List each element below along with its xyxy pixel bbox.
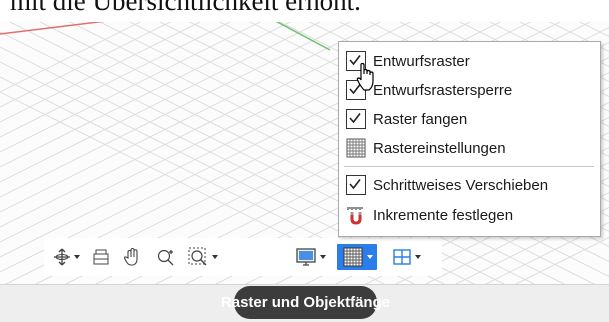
grid-snap-button[interactable]	[337, 244, 377, 270]
menu-item-raster-fangen[interactable]: Raster fangen	[339, 107, 600, 131]
menu-item-schrittweises-verschieben[interactable]: Schrittweises Verschieben	[339, 173, 600, 197]
menu-item-label: Entwurfsrastersperre	[373, 82, 513, 99]
menu-separator	[344, 166, 594, 167]
menu-item-label: Raster fangen	[373, 111, 468, 128]
orbit-button[interactable]	[50, 244, 82, 270]
zoom-window-icon	[188, 247, 207, 266]
pan-icon	[123, 247, 138, 266]
viewport-icon	[392, 249, 411, 265]
magnet-increment-icon	[347, 207, 363, 225]
menu-item-rastereinstellungen[interactable]: Rastereinstellungen	[339, 136, 600, 160]
display-button[interactable]	[291, 244, 329, 270]
hand-cursor-icon	[356, 63, 374, 91]
display-icon	[295, 248, 316, 266]
grid-snap-tooltip: Raster und Objektfänge	[221, 286, 390, 319]
zoom-icon	[157, 249, 174, 266]
menu-item-label: Entwurfsraster	[373, 53, 470, 70]
document-caption-text: mit die Übersichtlichkeit erhöht.	[10, 0, 361, 16]
menu-item-inkremente-festlegen[interactable]: Inkremente festlegen	[339, 203, 600, 227]
lookat-icon	[93, 249, 109, 265]
menu-item-label: Schrittweises Verschieben	[373, 177, 549, 194]
checkbox-checked-icon[interactable]	[346, 175, 366, 195]
viewport-button[interactable]	[387, 244, 425, 270]
orbit-icon	[53, 248, 70, 266]
menu-item-entwurfsraster[interactable]: Entwurfsraster	[339, 49, 600, 73]
menu-item-entwurfsrastersperre[interactable]: Entwurfsrastersperre	[339, 78, 600, 102]
checkbox-checked-icon[interactable]	[346, 109, 366, 129]
grid-settings-icon	[346, 138, 366, 158]
menu-item-label: Inkremente festlegen	[373, 207, 514, 224]
menu-item-label: Rastereinstellungen	[373, 140, 506, 157]
grid-icon	[343, 247, 362, 267]
zoom-button[interactable]	[152, 244, 180, 270]
zoom-window-button[interactable]	[184, 244, 220, 270]
pan-button[interactable]	[118, 244, 146, 270]
look-at-button[interactable]	[88, 244, 114, 270]
navigation-bar	[44, 238, 442, 276]
